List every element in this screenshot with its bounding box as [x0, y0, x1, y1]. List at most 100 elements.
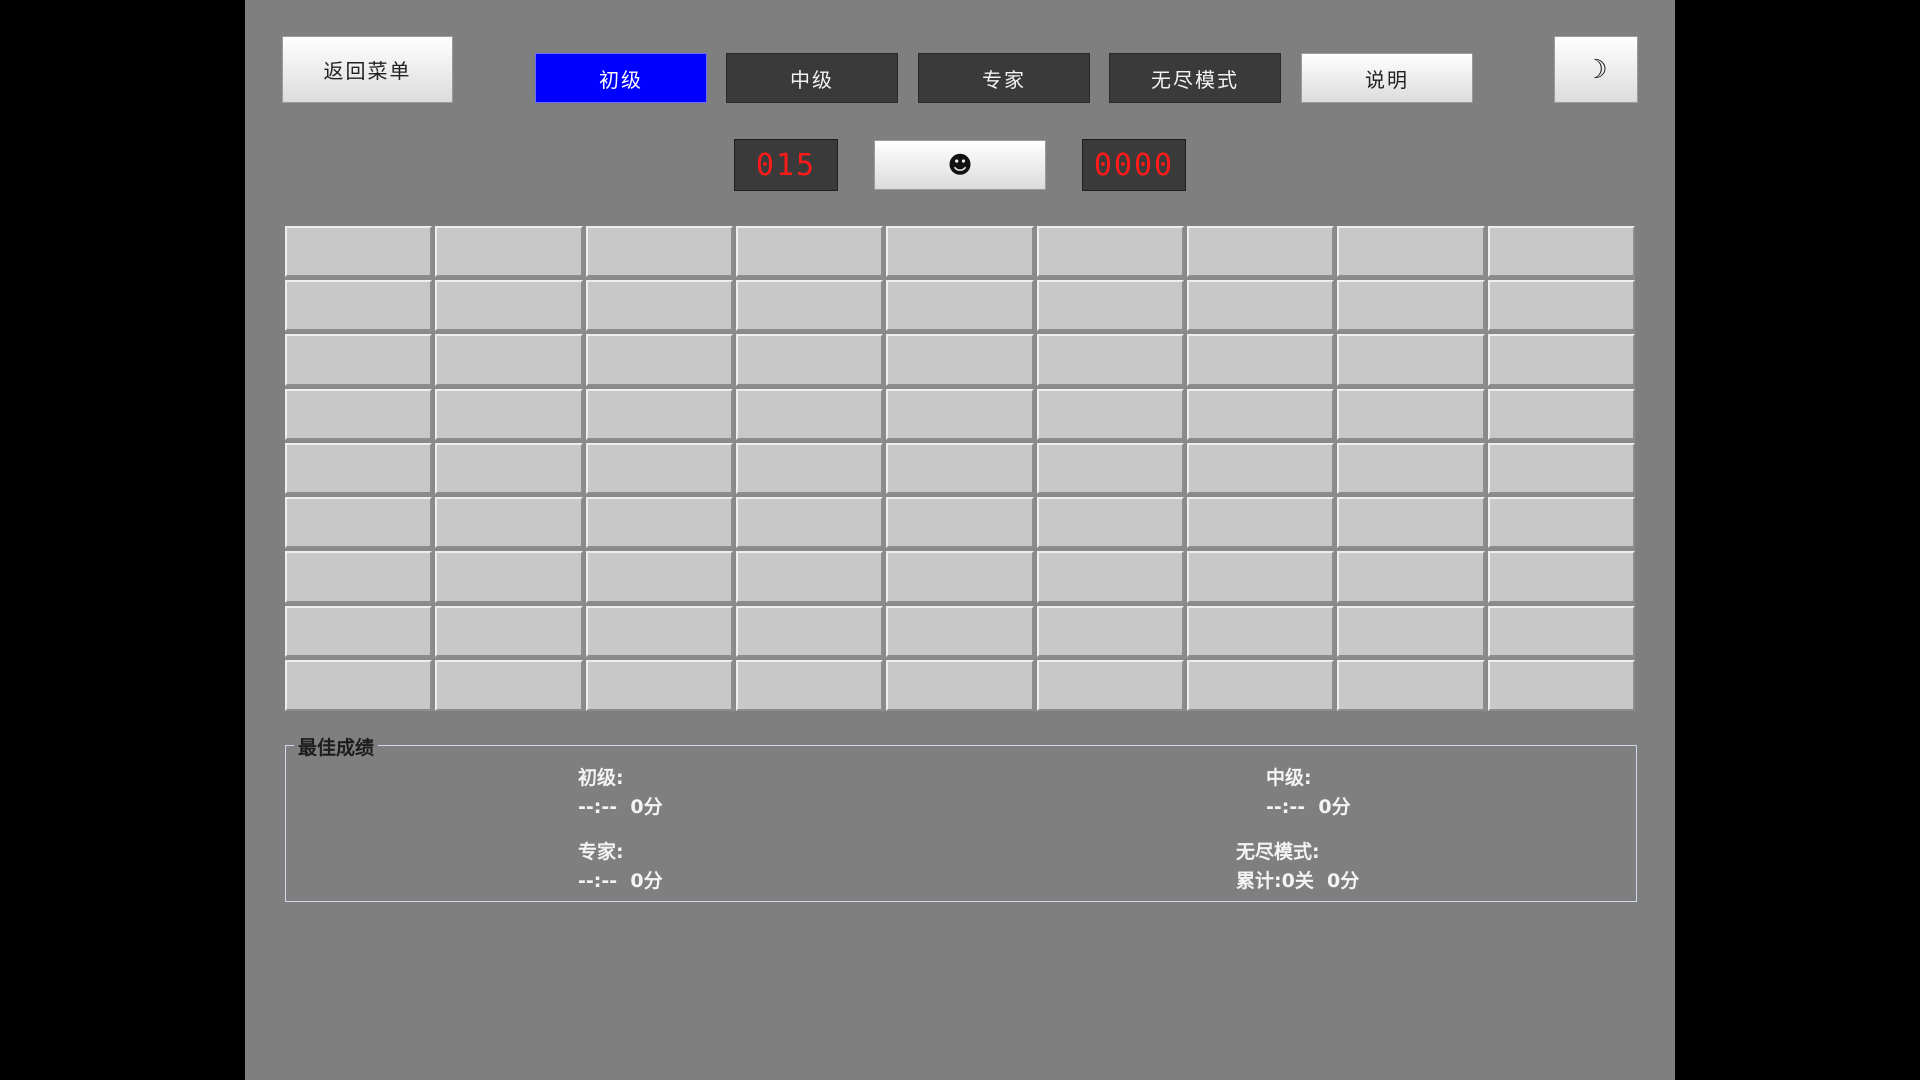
board-cell[interactable]	[1036, 497, 1184, 549]
board-cell[interactable]	[735, 280, 884, 332]
board-cell[interactable]	[735, 226, 884, 278]
board-cell[interactable]	[285, 659, 433, 711]
board-cell[interactable]	[1337, 226, 1485, 278]
board-cell[interactable]	[1337, 551, 1485, 603]
score-beginner: 初级: --:-- 0分	[578, 764, 663, 822]
board-cell[interactable]	[285, 551, 433, 603]
board-cell[interactable]	[886, 226, 1034, 278]
help-button[interactable]: 说明	[1301, 53, 1473, 103]
board-cell[interactable]	[435, 226, 583, 278]
board-cell[interactable]	[285, 388, 433, 440]
board-cell[interactable]	[285, 334, 433, 386]
board-cell[interactable]	[886, 497, 1034, 549]
board-cell[interactable]	[735, 388, 884, 440]
score-beginner-label: 初级:	[578, 767, 624, 789]
board-cell[interactable]	[886, 605, 1034, 657]
board-cell[interactable]	[585, 551, 733, 603]
board-cell[interactable]	[886, 659, 1034, 711]
minefield-board	[285, 226, 1635, 711]
best-scores-title: 最佳成绩	[294, 733, 379, 760]
board-cell[interactable]	[1487, 497, 1635, 549]
board-cell[interactable]	[435, 497, 583, 549]
board-cell[interactable]	[1337, 334, 1485, 386]
board-cell[interactable]	[435, 551, 583, 603]
moon-icon: ☽	[1584, 54, 1608, 85]
board-cell[interactable]	[285, 280, 433, 332]
board-cell[interactable]	[1036, 280, 1184, 332]
board-cell[interactable]	[1337, 659, 1485, 711]
board-cell[interactable]	[735, 334, 884, 386]
board-cell[interactable]	[886, 388, 1034, 440]
board-cell[interactable]	[1186, 605, 1335, 657]
back-to-menu-button[interactable]: 返回菜单	[282, 36, 453, 103]
board-cell[interactable]	[585, 442, 733, 495]
theme-toggle-button[interactable]: ☽	[1554, 36, 1638, 103]
score-endless-label: 无尽模式:	[1236, 841, 1320, 863]
board-cell[interactable]	[1036, 388, 1184, 440]
board-cell[interactable]	[735, 497, 884, 549]
board-cell[interactable]	[735, 659, 884, 711]
level-intermediate-button[interactable]: 中级	[726, 53, 898, 103]
score-endless: 无尽模式: 累计:0关 0分	[1236, 838, 1359, 896]
board-cell[interactable]	[585, 497, 733, 549]
board-cell[interactable]	[285, 226, 433, 278]
board-cell[interactable]	[1186, 659, 1335, 711]
board-cell[interactable]	[1487, 551, 1635, 603]
board-cell[interactable]	[1186, 226, 1335, 278]
board-cell[interactable]	[1186, 442, 1335, 495]
board-cell[interactable]	[435, 659, 583, 711]
board-cell[interactable]	[585, 226, 733, 278]
board-cell[interactable]	[1487, 442, 1635, 495]
board-cell[interactable]	[1487, 388, 1635, 440]
board-cell[interactable]	[1186, 280, 1335, 332]
board-cell[interactable]	[435, 605, 583, 657]
board-cell[interactable]	[886, 334, 1034, 386]
board-cell[interactable]	[735, 442, 884, 495]
board-cell[interactable]	[585, 334, 733, 386]
board-cell[interactable]	[1487, 659, 1635, 711]
board-cell[interactable]	[1036, 442, 1184, 495]
board-cell[interactable]	[735, 605, 884, 657]
level-endless-button[interactable]: 无尽模式	[1109, 53, 1281, 103]
board-cell[interactable]	[886, 551, 1034, 603]
board-cell[interactable]	[1337, 605, 1485, 657]
score-beginner-value: --:-- 0分	[578, 796, 663, 818]
board-cell[interactable]	[1036, 659, 1184, 711]
board-cell[interactable]	[1487, 226, 1635, 278]
score-endless-value: 累计:0关 0分	[1236, 870, 1360, 892]
board-cell[interactable]	[585, 388, 733, 440]
board-cell[interactable]	[1036, 226, 1184, 278]
board-cell[interactable]	[285, 497, 433, 549]
board-cell[interactable]	[735, 551, 884, 603]
board-cell[interactable]	[285, 605, 433, 657]
board-cell[interactable]	[1337, 442, 1485, 495]
board-cell[interactable]	[1487, 605, 1635, 657]
score-expert: 专家: --:-- 0分	[578, 838, 663, 896]
board-cell[interactable]	[1186, 388, 1335, 440]
level-beginner-button[interactable]: 初级	[535, 53, 707, 103]
board-cell[interactable]	[585, 659, 733, 711]
board-cell[interactable]	[435, 388, 583, 440]
board-cell[interactable]	[1186, 334, 1335, 386]
board-cell[interactable]	[585, 605, 733, 657]
board-cell[interactable]	[1337, 388, 1485, 440]
board-cell[interactable]	[285, 442, 433, 495]
board-cell[interactable]	[435, 280, 583, 332]
board-cell[interactable]	[435, 334, 583, 386]
board-cell[interactable]	[1186, 497, 1335, 549]
board-cell[interactable]	[1487, 334, 1635, 386]
board-cell[interactable]	[585, 280, 733, 332]
board-cell[interactable]	[1487, 280, 1635, 332]
best-scores-panel: 最佳成绩 初级: --:-- 0分 中级: --:-- 0分 专家: --:--…	[285, 733, 1637, 902]
board-cell[interactable]	[1337, 280, 1485, 332]
board-cell[interactable]	[435, 442, 583, 495]
board-cell[interactable]	[1036, 551, 1184, 603]
board-cell[interactable]	[1186, 551, 1335, 603]
board-cell[interactable]	[886, 280, 1034, 332]
board-cell[interactable]	[1036, 334, 1184, 386]
board-cell[interactable]	[1337, 497, 1485, 549]
board-cell[interactable]	[886, 442, 1034, 495]
reset-face-button[interactable]: ☻	[874, 140, 1046, 190]
board-cell[interactable]	[1036, 605, 1184, 657]
level-expert-button[interactable]: 专家	[918, 53, 1090, 103]
